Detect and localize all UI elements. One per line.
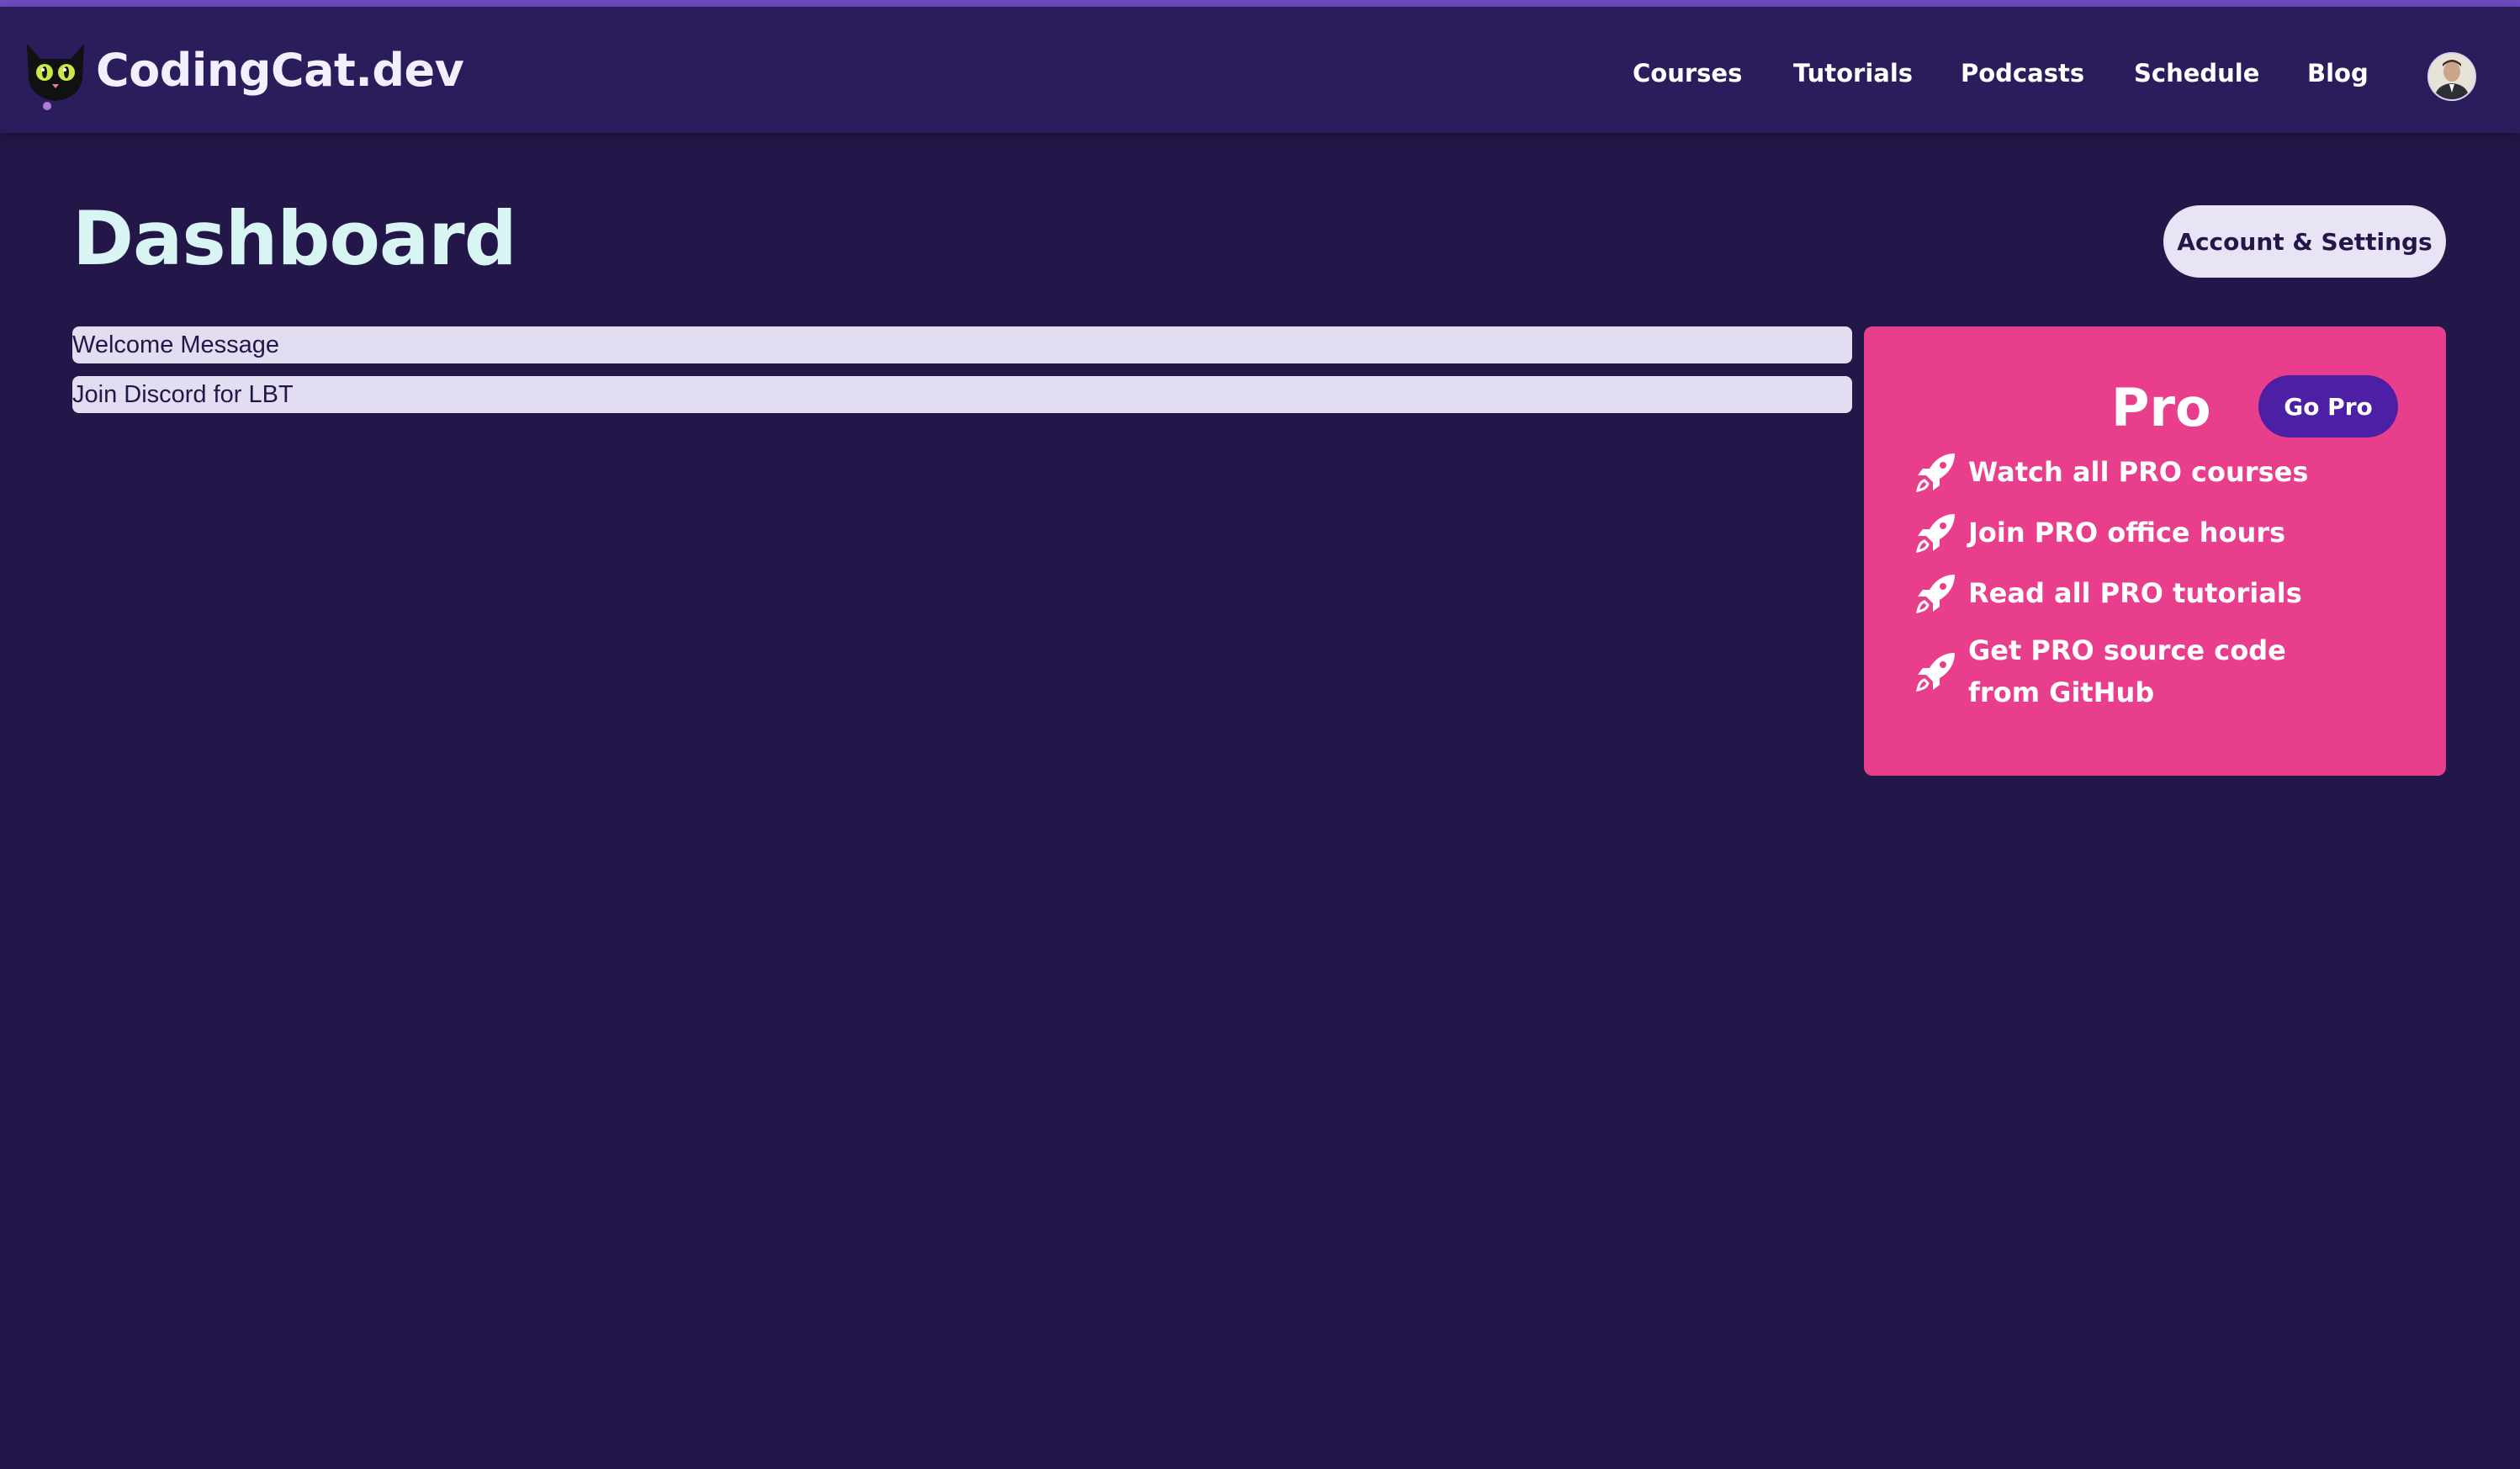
rocket-icon	[1914, 450, 1958, 494]
rocket-icon	[1914, 511, 1958, 554]
brand-name[interactable]: CodingCat.dev	[96, 44, 464, 97]
rocket-icon	[1914, 650, 1958, 693]
pro-feature-text: Read all PRO tutorials	[1968, 577, 2302, 609]
go-pro-button[interactable]: Go Pro	[2258, 375, 2398, 438]
discord-message-bar[interactable]: Join Discord for LBT	[72, 376, 1852, 413]
rocket-icon	[1914, 571, 1958, 615]
pro-feature-item: Watch all PRO courses	[1914, 450, 2419, 494]
pro-feature-text: Watch all PRO courses	[1968, 456, 2309, 488]
pro-feature-text: Get PRO source code from GitHub	[1968, 634, 2286, 708]
nav-schedule[interactable]: Schedule	[2134, 59, 2259, 88]
nav-tutorials[interactable]: Tutorials	[1793, 59, 1913, 88]
nav-courses[interactable]: Courses	[1633, 59, 1742, 88]
nav-podcasts[interactable]: Podcasts	[1961, 59, 2084, 88]
welcome-message-bar[interactable]: Welcome Message	[72, 326, 1852, 363]
cat-logo-icon[interactable]	[22, 35, 89, 111]
pro-feature-item: Join PRO office hours	[1914, 511, 2419, 554]
user-avatar[interactable]	[2427, 52, 2476, 101]
page-title: Dashboard	[72, 195, 517, 282]
site-header: CodingCat.dev Courses Tutorials Podcasts…	[0, 7, 2520, 133]
nav-blog[interactable]: Blog	[2307, 59, 2369, 88]
pro-feature-text: Join PRO office hours	[1968, 517, 2286, 549]
account-settings-button[interactable]: Account & Settings	[2163, 205, 2446, 278]
pro-title: Pro	[2111, 377, 2211, 438]
pro-feature-item: Read all PRO tutorials	[1914, 571, 2419, 615]
pro-feature-item: Get PRO source code from GitHub	[1914, 629, 2360, 713]
top-accent-line	[0, 0, 2520, 7]
